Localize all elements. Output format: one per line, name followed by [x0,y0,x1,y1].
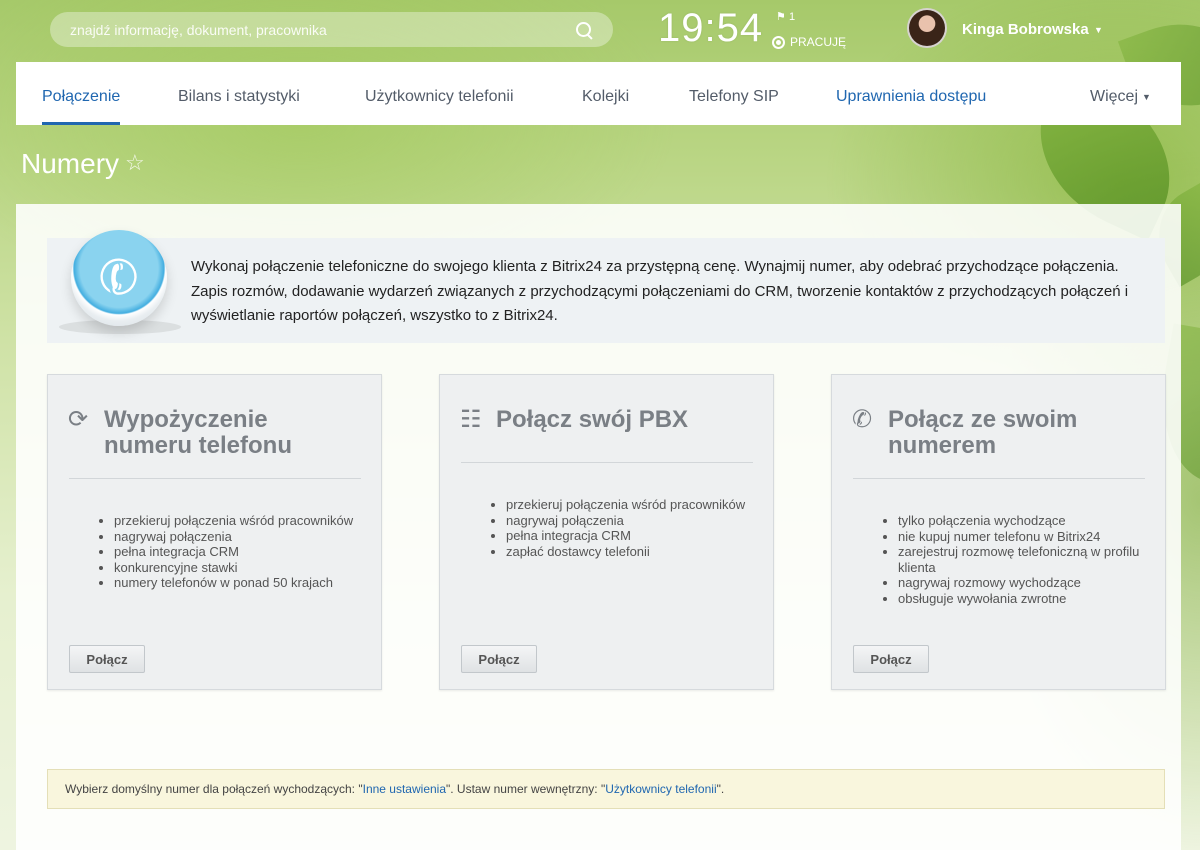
other-settings-link[interactable]: Inne ustawienia [363,782,446,796]
card-own-number: ✆ Połącz ze swoim numerem tylko połączen… [831,374,1166,690]
list-item: pełna integracja CRM [114,544,374,560]
chevron-down-icon: ▼ [1142,91,1151,102]
flag-count: 1 [788,11,796,23]
card-rent-number: ⟳ Wypożyczenie numeru telefonu przekieru… [47,374,382,690]
tab-more[interactable]: Więcej ▼ [1090,88,1151,125]
list-item: nagrywaj rozmowy wychodzące [898,575,1158,591]
telephony-users-link[interactable]: Użytkownicy telefonii [605,782,716,796]
feature-list: tylko połączenia wychodzące nie kupuj nu… [898,513,1158,607]
list-item: tylko połączenia wychodzące [898,513,1158,529]
list-item: nie kupuj numer telefonu w Bitrix24 [898,529,1158,545]
tab-uzytkownicy[interactable]: Użytkownicy telefonii [365,88,514,125]
search-icon[interactable] [575,21,593,39]
tab-uprawnienia[interactable]: Uprawnienia dostępu [836,88,986,125]
list-item: konkurencyjne stawki [114,560,374,576]
pbx-icon: ☷ [460,406,482,433]
top-bar: znajdź informację, dokument, pracownika … [0,0,1200,62]
clock[interactable]: 19:54 [658,6,763,51]
feature-list: przekieruj połączenia wśród pracowników … [506,497,766,559]
notice-bar: Wybierz domyślny numer dla połączeń wych… [47,769,1165,809]
list-item: zarejestruj rozmowę telefoniczną w profi… [898,544,1158,575]
list-item: zapłać dostawcy telefonii [506,544,766,560]
record-icon [772,35,785,49]
divider [853,478,1145,479]
chevron-down-icon[interactable]: ▼ [1094,25,1103,35]
avatar[interactable] [907,8,947,48]
card-title: Wypożyczenie numeru telefonu [104,407,292,459]
notice-text: ". Ustaw numer wewnętrzny: " [446,782,606,796]
notice-text: Wybierz domyślny numer dla połączeń wych… [65,782,363,796]
work-status-label: PRACUJĘ [790,35,847,49]
flag-icon: ⚑ [776,11,786,23]
own-number-icon: ✆ [852,406,873,433]
list-item: nagrywaj połączenia [506,513,766,529]
divider [461,462,753,463]
phone-badge: ✆ [71,230,167,326]
user-name[interactable]: Kinga Bobrowska [962,21,1089,38]
list-item: przekieruj połączenia wśród pracowników [114,513,374,529]
card-title-line: Wypożyczenie [104,406,268,433]
card-connect-pbx: ☷ Połącz swój PBX przekieruj połączenia … [439,374,774,690]
connect-button[interactable]: Połącz [461,645,537,673]
card-title: Połącz swój PBX [496,407,688,433]
tab-polaczenie[interactable]: Połączenie [42,88,121,125]
rent-number-icon: ⟳ [68,406,89,433]
tab-telefony-sip[interactable]: Telefony SIP [689,88,779,125]
connect-button[interactable]: Połącz [69,645,145,673]
card-title-line: Połącz ze swoim [888,406,1078,433]
divider [69,478,361,479]
intro-banner: ✆ Wykonaj połączenie telefoniczne do swo… [47,230,1165,343]
connect-button[interactable]: Połącz [853,645,929,673]
page-title-text: Numery [21,148,120,179]
card-title-line: numeru telefonu [104,432,293,459]
search-box[interactable]: znajdź informację, dokument, pracownika [50,12,613,47]
search-input[interactable]: znajdź informację, dokument, pracownika [70,22,575,38]
content-panel: ✆ Wykonaj połączenie telefoniczne do swo… [16,204,1181,850]
notice-text: ". [716,782,725,796]
list-item: nagrywaj połączenia [114,529,374,545]
page-title: Numery ☆ [21,148,145,180]
work-status[interactable]: PRACUJĘ [772,35,846,49]
tab-bilans[interactable]: Bilans i statystyki [178,88,300,125]
list-item: pełna integracja CRM [506,528,766,544]
phone-icon: ✆ [91,246,148,311]
intro-text: Wykonaj połączenie telefoniczne do swoje… [191,258,1129,324]
star-icon[interactable]: ☆ [125,150,145,175]
list-item: numery telefonów w ponad 50 krajach [114,575,374,591]
flag-counter[interactable]: ⚑ 1 [776,10,795,23]
card-title-line: Połącz swój PBX [496,406,689,433]
tab-kolejki[interactable]: Kolejki [582,88,629,125]
list-item: przekieruj połączenia wśród pracowników [506,497,766,513]
more-label: Więcej [1090,88,1139,105]
card-title-line: numerem [888,432,997,459]
card-title: Połącz ze swoim numerem [888,407,1077,459]
main-nav: Połączenie Bilans i statystyki Użytkowni… [16,62,1181,125]
list-item: obsługuje wywołania zwrotne [898,591,1158,607]
feature-list: przekieruj połączenia wśród pracowników … [114,513,374,591]
